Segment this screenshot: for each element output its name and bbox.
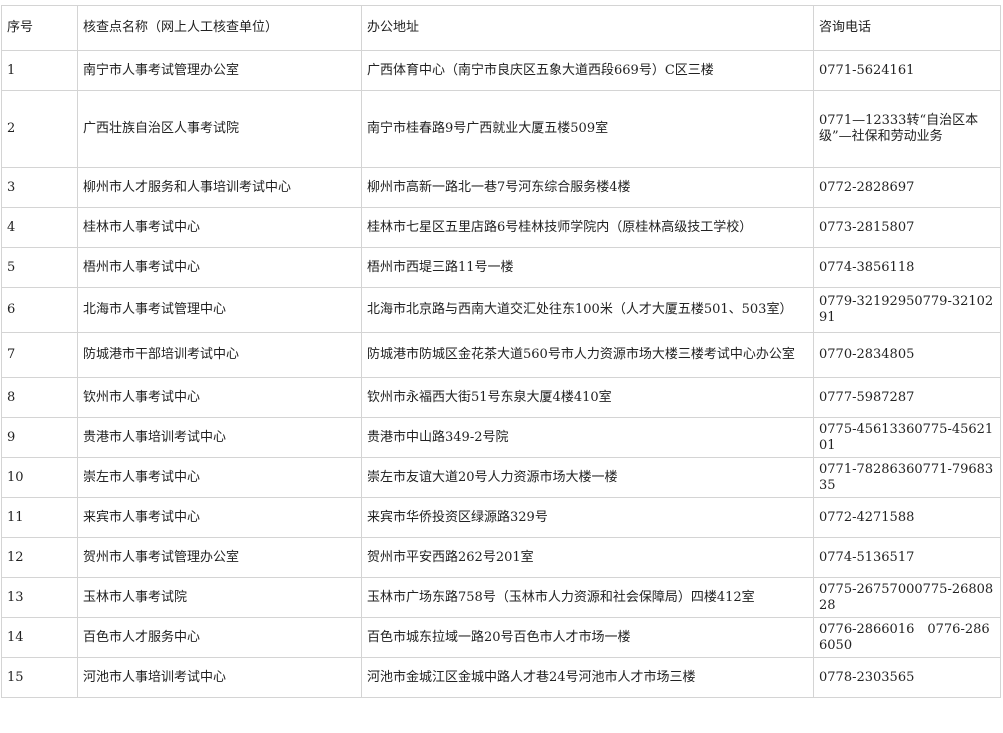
cell-name: 梧州市人事考试中心 [77,247,362,288]
cell-address: 贵港市中山路349-2号院 [361,417,814,458]
cell-address: 梧州市西堤三路11号一楼 [361,247,814,288]
page: 序号 核查点名称（网上人工核查单位） 办公地址 咨询电话 1 南宁市人事考试管理… [0,5,1003,733]
cell-serial-number: 11 [1,497,78,538]
cell-name: 崇左市人事考试中心 [77,457,362,498]
table-row: 7 防城港市干部培训考试中心 防城港市防城区金花茶大道560号市人力资源市场大楼… [1,332,1001,378]
cell-name: 贺州市人事考试管理办公室 [77,537,362,578]
table-row: 10 崇左市人事考试中心 崇左市友谊大道20号人力资源市场大楼一楼 0771-7… [1,457,1001,498]
table-row: 9 贵港市人事培训考试中心 贵港市中山路349-2号院 0775-4561336… [1,417,1001,458]
cell-phone: 0772-4271588 [813,497,1001,538]
cell-address: 贺州市平安西路262号201室 [361,537,814,578]
cell-name: 防城港市干部培训考试中心 [77,332,362,378]
cell-phone: 0771-5624161 [813,50,1001,91]
cell-serial-number: 1 [1,50,78,91]
cell-name: 北海市人事考试管理中心 [77,287,362,333]
cell-phone: 0775-26757000775-2680828 [813,577,1001,618]
table-row: 3 柳州市人才服务和人事培训考试中心 柳州市高新一路北一巷7号河东综合服务楼4楼… [1,167,1001,208]
cell-phone: 0772-2828697 [813,167,1001,208]
cell-phone: 0779-32192950779-3210291 [813,287,1001,333]
cell-phone: 0773-2815807 [813,207,1001,248]
table-row: 15 河池市人事培训考试中心 河池市金城江区金城中路人才巷24号河池市人才市场三… [1,657,1001,698]
cell-phone: 0774-5136517 [813,537,1001,578]
header-office-address: 办公地址 [361,5,814,51]
table-row: 5 梧州市人事考试中心 梧州市西堤三路11号一楼 0774-3856118 [1,247,1001,288]
header-serial-number: 序号 [1,5,78,51]
cell-serial-number: 4 [1,207,78,248]
cell-phone: 0778-2303565 [813,657,1001,698]
table-row: 4 桂林市人事考试中心 桂林市七星区五里店路6号桂林技师学院内（原桂林高级技工学… [1,207,1001,248]
cell-phone: 0770-2834805 [813,332,1001,378]
cell-address: 广西体育中心（南宁市良庆区五象大道西段669号）C区三楼 [361,50,814,91]
cell-serial-number: 8 [1,377,78,418]
table-row: 13 玉林市人事考试院 玉林市广场东路758号（玉林市人力资源和社会保障局）四楼… [1,577,1001,618]
cell-name: 南宁市人事考试管理办公室 [77,50,362,91]
cell-serial-number: 6 [1,287,78,333]
table-header-row: 序号 核查点名称（网上人工核查单位） 办公地址 咨询电话 [1,5,1001,51]
cell-serial-number: 14 [1,617,78,658]
cell-name: 河池市人事培训考试中心 [77,657,362,698]
table-row: 2 广西壮族自治区人事考试院 南宁市桂春路9号广西就业大厦五楼509室 0771… [1,90,1001,168]
cell-address: 崇左市友谊大道20号人力资源市场大楼一楼 [361,457,814,498]
cell-name: 广西壮族自治区人事考试院 [77,90,362,168]
cell-serial-number: 10 [1,457,78,498]
cell-name: 百色市人才服务中心 [77,617,362,658]
inspection-points-table: 序号 核查点名称（网上人工核查单位） 办公地址 咨询电话 1 南宁市人事考试管理… [1,5,1001,698]
cell-name: 柳州市人才服务和人事培训考试中心 [77,167,362,208]
cell-name: 玉林市人事考试院 [77,577,362,618]
header-inspection-point-name: 核查点名称（网上人工核查单位） [77,5,362,51]
table-row: 6 北海市人事考试管理中心 北海市北京路与西南大道交汇处往东100米（人才大厦五… [1,287,1001,333]
cell-phone: 0775-45613360775-4562101 [813,417,1001,458]
cell-phone: 0777-5987287 [813,377,1001,418]
table-row: 1 南宁市人事考试管理办公室 广西体育中心（南宁市良庆区五象大道西段669号）C… [1,50,1001,91]
cell-address: 河池市金城江区金城中路人才巷24号河池市人才市场三楼 [361,657,814,698]
cell-serial-number: 7 [1,332,78,378]
cell-serial-number: 9 [1,417,78,458]
cell-phone: 0776-2866016 0776-2866050 [813,617,1001,658]
cell-phone: 0771—12333转“自治区本级”—社保和劳动业务 [813,90,1001,168]
cell-address: 来宾市华侨投资区绿源路329号 [361,497,814,538]
cell-phone: 0771-78286360771-7968335 [813,457,1001,498]
cell-address: 防城港市防城区金花茶大道560号市人力资源市场大楼三楼考试中心办公室 [361,332,814,378]
table-row: 8 钦州市人事考试中心 钦州市永福西大街51号东泉大厦4楼410室 0777-5… [1,377,1001,418]
cell-address: 桂林市七星区五里店路6号桂林技师学院内（原桂林高级技工学校） [361,207,814,248]
cell-serial-number: 2 [1,90,78,168]
cell-address: 北海市北京路与西南大道交汇处往东100米（人才大厦五楼501、503室） [361,287,814,333]
cell-serial-number: 5 [1,247,78,288]
cell-address: 钦州市永福西大街51号东泉大厦4楼410室 [361,377,814,418]
cell-name: 钦州市人事考试中心 [77,377,362,418]
cell-name: 贵港市人事培训考试中心 [77,417,362,458]
cell-address: 柳州市高新一路北一巷7号河东综合服务楼4楼 [361,167,814,208]
table-row: 14 百色市人才服务中心 百色市城东拉域一路20号百色市人才市场一楼 0776-… [1,617,1001,658]
cell-serial-number: 15 [1,657,78,698]
cell-name: 来宾市人事考试中心 [77,497,362,538]
table-row: 11 来宾市人事考试中心 来宾市华侨投资区绿源路329号 0772-427158… [1,497,1001,538]
cell-address: 玉林市广场东路758号（玉林市人力资源和社会保障局）四楼412室 [361,577,814,618]
cell-serial-number: 13 [1,577,78,618]
cell-name: 桂林市人事考试中心 [77,207,362,248]
cell-serial-number: 3 [1,167,78,208]
table-row: 12 贺州市人事考试管理办公室 贺州市平安西路262号201室 0774-513… [1,537,1001,578]
cell-serial-number: 12 [1,537,78,578]
cell-phone: 0774-3856118 [813,247,1001,288]
cell-address: 南宁市桂春路9号广西就业大厦五楼509室 [361,90,814,168]
cell-address: 百色市城东拉域一路20号百色市人才市场一楼 [361,617,814,658]
header-consult-phone: 咨询电话 [813,5,1001,51]
